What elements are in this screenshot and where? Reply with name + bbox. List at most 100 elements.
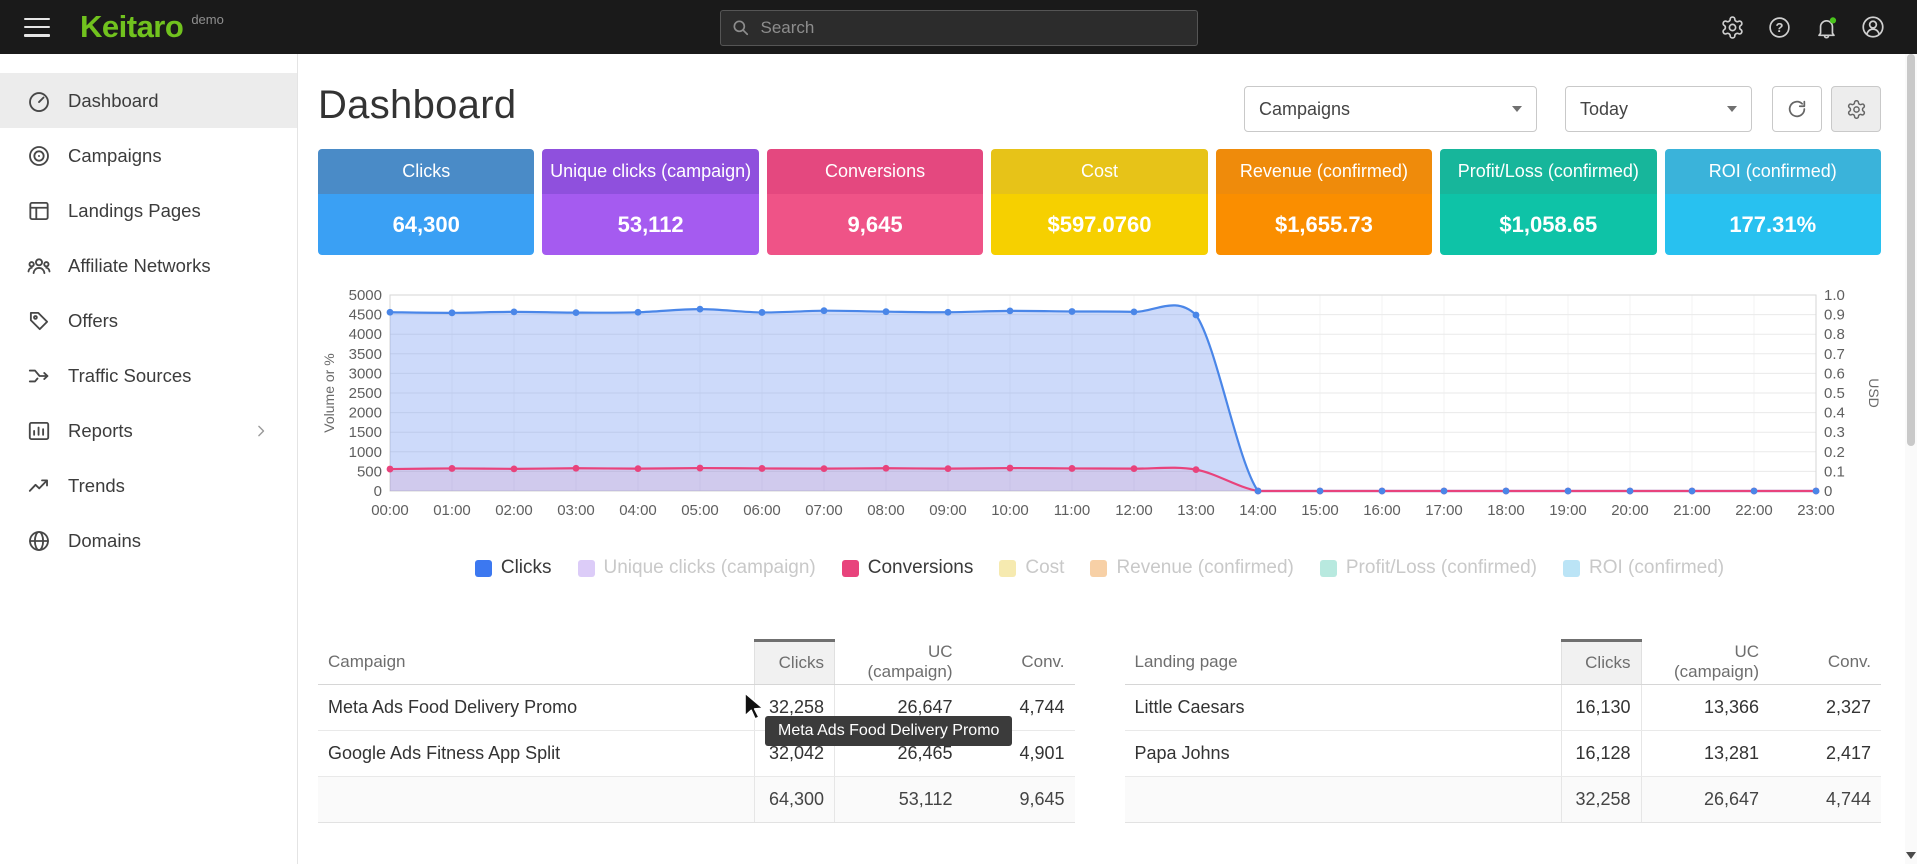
sidebar-item-trends[interactable]: Trends	[0, 458, 297, 513]
svg-text:USD: USD	[1866, 378, 1881, 408]
stat-card-unique-clicks-campaign[interactable]: Unique clicks (campaign)53,112	[542, 149, 758, 255]
scrollbar-thumb[interactable]	[1907, 54, 1915, 446]
stat-card-cost[interactable]: Cost$597.0760	[991, 149, 1207, 255]
main-content: Dashboard Campaigns Today Clicks64,300Un…	[298, 54, 1905, 864]
legend-item-profit-loss-confirmed[interactable]: Profit/Loss (confirmed)	[1320, 557, 1537, 579]
search-box[interactable]	[720, 10, 1198, 46]
sidebar-item-campaigns[interactable]: Campaigns	[0, 128, 297, 183]
svg-text:17:00: 17:00	[1425, 502, 1463, 519]
legend-item-roi-confirmed[interactable]: ROI (confirmed)	[1563, 557, 1724, 579]
refresh-icon	[1786, 98, 1808, 120]
date-range-select[interactable]: Today	[1565, 86, 1752, 132]
svg-text:21:00: 21:00	[1673, 502, 1711, 519]
traffic-chart[interactable]: 0500100015002000250030003500400045005000…	[318, 287, 1881, 527]
legend-item-conversions[interactable]: Conversions	[842, 557, 974, 579]
stat-card-value: 177.31%	[1665, 194, 1881, 255]
conv-cell: 2,327	[1769, 685, 1881, 731]
svg-text:08:00: 08:00	[867, 502, 905, 519]
svg-text:04:00: 04:00	[619, 502, 657, 519]
refresh-button[interactable]	[1772, 86, 1822, 132]
total-empty-cell	[1125, 777, 1562, 823]
legend-swatch	[1563, 560, 1580, 577]
legend-swatch	[475, 560, 492, 577]
table-row[interactable]: Papa Johns16,12813,2812,417	[1125, 731, 1882, 777]
row-name-cell[interactable]: Google Ads Fitness App Split	[318, 731, 755, 777]
column-header-uc[interactable]: UC (campaign)	[1641, 641, 1769, 685]
legend-label: Profit/Loss (confirmed)	[1346, 557, 1537, 579]
svg-text:09:00: 09:00	[929, 502, 967, 519]
landings-table: Landing pageClicksUC (campaign)Conv.Litt…	[1125, 639, 1882, 823]
sidebar-item-dashboard[interactable]: Dashboard	[0, 73, 297, 128]
uc-cell: 13,281	[1641, 731, 1769, 777]
stat-card-clicks[interactable]: Clicks64,300	[318, 149, 534, 255]
total-clicks-cell: 32,258	[1561, 777, 1641, 823]
logo[interactable]: Keitaro demo	[80, 9, 224, 45]
svg-text:1.0: 1.0	[1824, 287, 1845, 304]
settings-gear-icon[interactable]	[1718, 13, 1746, 41]
stat-card-profit-loss-confirmed[interactable]: Profit/Loss (confirmed)$1,058.65	[1440, 149, 1656, 255]
legend-swatch	[578, 560, 595, 577]
chevron-right-icon	[251, 421, 271, 441]
row-name-cell[interactable]: Meta Ads Food Delivery Promo	[318, 685, 755, 731]
column-header-uc[interactable]: UC (campaign)	[835, 641, 963, 685]
stat-card-revenue-confirmed[interactable]: Revenue (confirmed)$1,655.73	[1216, 149, 1432, 255]
svg-text:15:00: 15:00	[1301, 502, 1339, 519]
svg-text:02:00: 02:00	[495, 502, 533, 519]
column-header-clicks[interactable]: Clicks	[1561, 641, 1641, 685]
column-header-campaign[interactable]: Campaign	[318, 641, 755, 685]
offers-icon	[26, 308, 52, 334]
table-total-row: 32,25826,6474,744	[1125, 777, 1882, 823]
svg-text:3000: 3000	[349, 365, 382, 382]
grouping-select[interactable]: Campaigns	[1244, 86, 1537, 132]
svg-text:07:00: 07:00	[805, 502, 843, 519]
sidebar-item-domains[interactable]: Domains	[0, 513, 297, 568]
svg-text:3500: 3500	[349, 346, 382, 363]
sidebar-item-reports[interactable]: Reports	[0, 403, 297, 458]
row-name-cell[interactable]: Little Caesars	[1125, 685, 1562, 731]
page-header: Dashboard Campaigns Today	[318, 78, 1881, 149]
legend-item-revenue-confirmed[interactable]: Revenue (confirmed)	[1090, 557, 1293, 579]
scroll-down-icon[interactable]	[1906, 852, 1916, 859]
svg-text:?: ?	[1775, 19, 1783, 34]
sidebar-item-landings-pages[interactable]: Landings Pages	[0, 183, 297, 238]
sidebar-item-affiliate-networks[interactable]: Affiliate Networks	[0, 238, 297, 293]
column-header-conv[interactable]: Conv.	[1769, 641, 1881, 685]
chevron-down-icon	[1512, 106, 1522, 112]
column-header-landing-page[interactable]: Landing page	[1125, 641, 1562, 685]
user-avatar-icon[interactable]	[1859, 13, 1887, 41]
legend-label: Unique clicks (campaign)	[604, 557, 816, 579]
chevron-down-icon	[1727, 106, 1737, 112]
search-input[interactable]	[751, 18, 1197, 38]
hamburger-menu-icon[interactable]	[24, 18, 50, 37]
traffic-icon	[26, 363, 52, 389]
legend-label: Revenue (confirmed)	[1116, 557, 1293, 579]
legend-item-cost[interactable]: Cost	[999, 557, 1064, 579]
reports-icon	[26, 418, 52, 444]
column-header-clicks[interactable]: Clicks	[755, 641, 835, 685]
svg-text:13:00: 13:00	[1177, 502, 1215, 519]
notifications-bell-icon[interactable]	[1812, 13, 1840, 41]
legend-label: Cost	[1025, 557, 1064, 579]
table-row[interactable]: Little Caesars16,13013,3662,327	[1125, 685, 1882, 731]
row-name-cell[interactable]: Papa Johns	[1125, 731, 1562, 777]
svg-text:0: 0	[1824, 483, 1832, 500]
stat-card-label: Conversions	[767, 149, 983, 194]
dashboard-settings-button[interactable]	[1831, 86, 1881, 132]
total-conv-cell: 9,645	[963, 777, 1075, 823]
svg-text:0.6: 0.6	[1824, 365, 1845, 382]
scrollbar[interactable]	[1905, 54, 1917, 864]
legend-item-unique-clicks-campaign[interactable]: Unique clicks (campaign)	[578, 557, 816, 579]
total-conv-cell: 4,744	[1769, 777, 1881, 823]
help-icon[interactable]: ?	[1765, 13, 1793, 41]
svg-text:0.9: 0.9	[1824, 307, 1845, 324]
legend-swatch	[999, 560, 1016, 577]
summary-tables: CampaignClicksUC (campaign)Conv.Meta Ads…	[318, 639, 1881, 823]
legend-item-clicks[interactable]: Clicks	[475, 557, 552, 579]
sidebar-item-traffic-sources[interactable]: Traffic Sources	[0, 348, 297, 403]
column-header-conv[interactable]: Conv.	[963, 641, 1075, 685]
stat-card-conversions[interactable]: Conversions9,645	[767, 149, 983, 255]
sidebar-item-offers[interactable]: Offers	[0, 293, 297, 348]
search-icon	[731, 18, 751, 38]
stat-card-roi-confirmed[interactable]: ROI (confirmed)177.31%	[1665, 149, 1881, 255]
svg-text:0.5: 0.5	[1824, 385, 1845, 402]
